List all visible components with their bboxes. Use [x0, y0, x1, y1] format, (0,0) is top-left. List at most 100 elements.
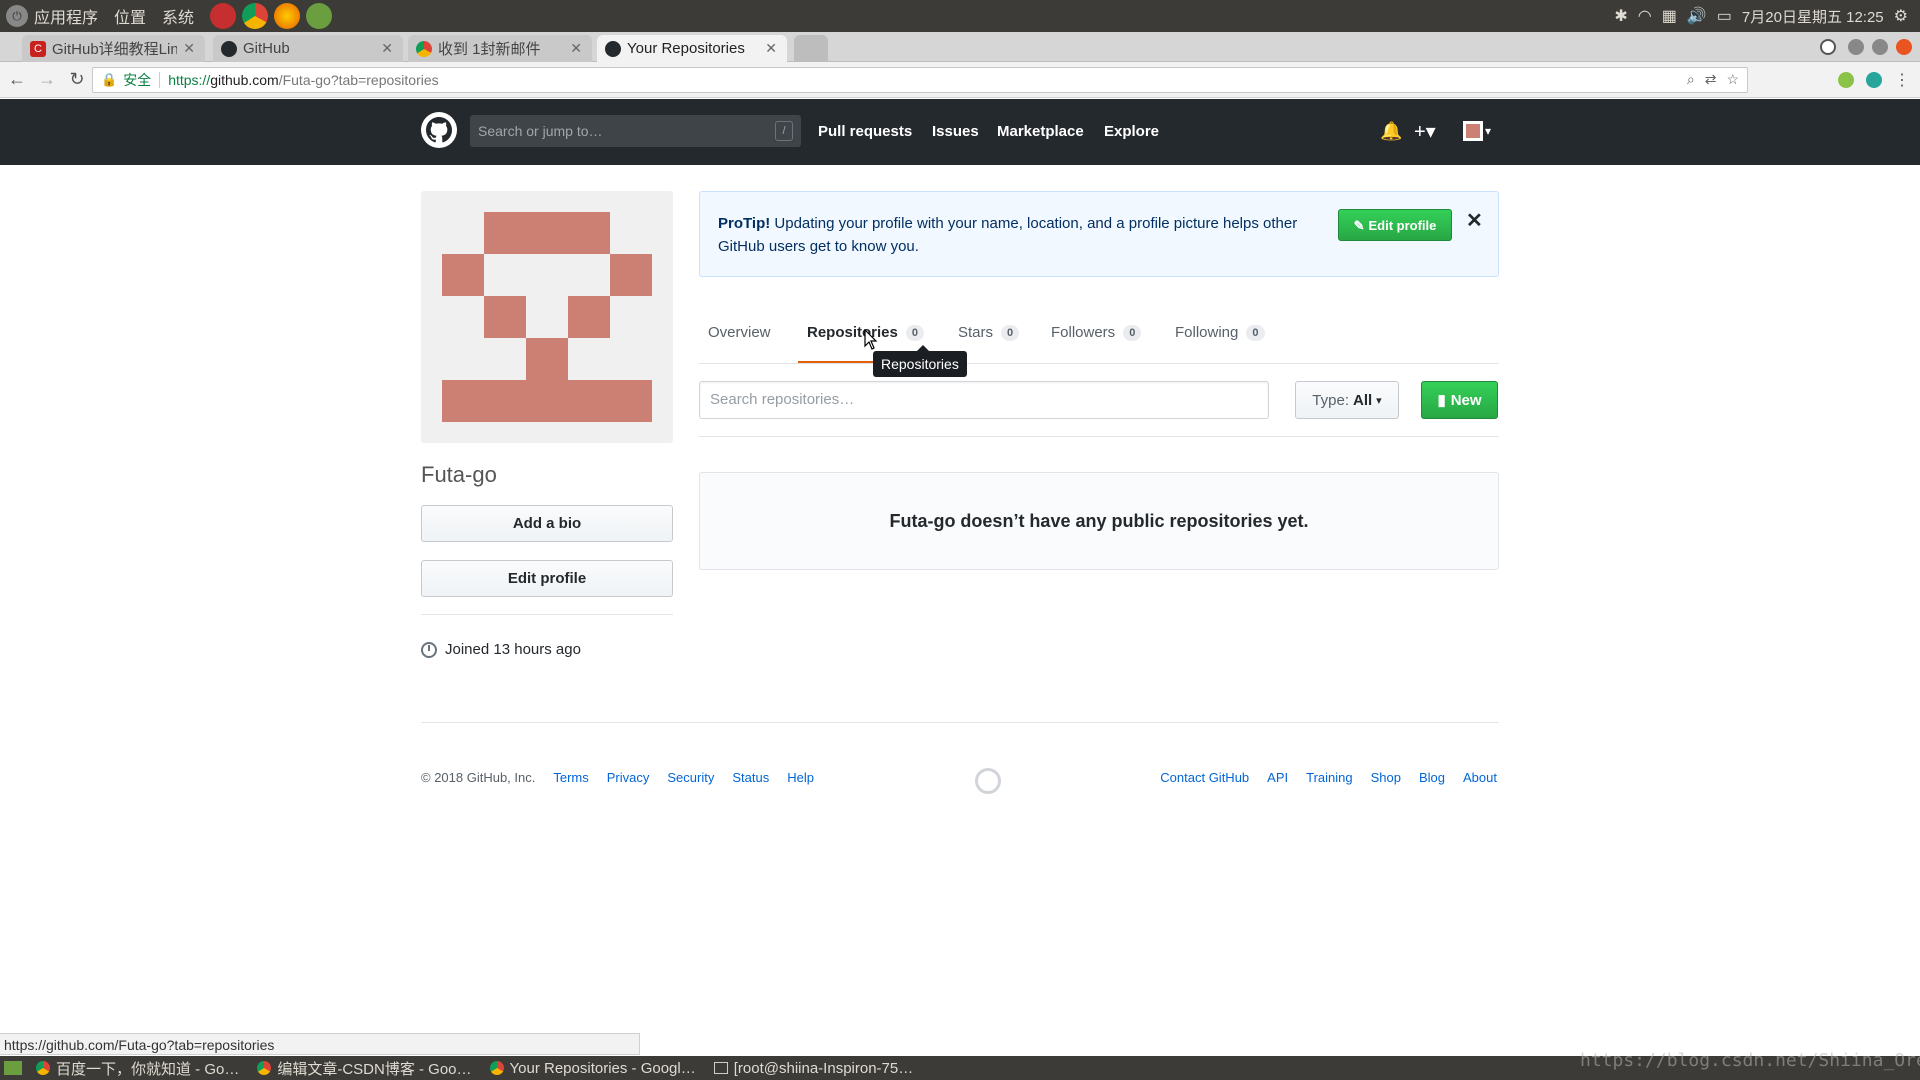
os-top-panel: ⏻ 应用程序 位置 系统 ✱ ◠ ▦ 🔊 ▭ 7月20日星期五 12:25 ⚙ — [0, 0, 1920, 32]
new-button-label: New — [1450, 391, 1482, 409]
nav-marketplace[interactable]: Marketplace — [997, 123, 1084, 140]
firefox-icon[interactable] — [274, 3, 301, 29]
user-avatar-menu[interactable]: ▾ — [1463, 121, 1491, 141]
volume-icon[interactable]: 🔊 — [1687, 6, 1707, 26]
footer-link-help[interactable]: Help — [787, 770, 814, 785]
github-logo-icon[interactable] — [421, 112, 457, 148]
close-tab-icon[interactable]: ✕ — [765, 40, 777, 57]
clock-icon — [421, 641, 437, 658]
bookmark-star-icon[interactable]: ☆ — [1726, 71, 1739, 88]
github-icon — [221, 40, 237, 57]
profile-avatar[interactable] — [421, 191, 673, 443]
repos-divider — [699, 436, 1499, 437]
nav-explore[interactable]: Explore — [1104, 123, 1159, 140]
notification-bell-icon[interactable]: 🔔 — [1380, 121, 1402, 142]
extension-m-icon[interactable] — [1866, 72, 1882, 88]
link-status-bubble: https://github.com/Futa-go?tab=repositor… — [0, 1033, 640, 1055]
battery-icon[interactable]: ▭ — [1717, 6, 1732, 26]
browser-tab[interactable]: GitHub ✕ — [213, 35, 403, 62]
tab-followers[interactable]: Followers 0 — [1051, 324, 1142, 341]
browser-tab-strip: C GitHub详细教程Lin ✕ GitHub ✕ 收到 1封新邮件 ✕ Yo… — [0, 32, 1920, 62]
footer-link-training[interactable]: Training — [1306, 770, 1352, 785]
browser-tab-active[interactable]: Your Repositories ✕ — [597, 35, 787, 62]
close-tab-icon[interactable]: ✕ — [381, 40, 393, 57]
forward-icon[interactable]: → — [34, 69, 60, 90]
clock-text[interactable]: 7月20日星期五 12:25 — [1742, 6, 1884, 27]
tab-counter: 0 — [1123, 324, 1142, 341]
back-icon[interactable]: ← — [4, 69, 30, 90]
wifi-icon[interactable]: ◠ — [1638, 6, 1652, 26]
protip-lead: ProTip! — [718, 215, 771, 232]
close-window-icon[interactable] — [1896, 39, 1912, 55]
close-tab-icon[interactable]: ✕ — [183, 40, 195, 57]
nav-pull-requests[interactable]: Pull requests — [818, 123, 912, 140]
browser-tab[interactable]: 收到 1封新邮件 ✕ — [408, 35, 592, 62]
chrome-menu-icon[interactable]: ⋮ — [1894, 70, 1910, 90]
taskbar-item[interactable]: [root@shiina-Inspiron-75… — [713, 1060, 913, 1077]
os-menu-system[interactable]: 系统 — [162, 4, 194, 28]
extension-icon[interactable] — [1838, 72, 1854, 88]
taskbar-item[interactable]: Your Repositories - Googl… — [489, 1059, 696, 1077]
footer-link-about[interactable]: About — [1463, 770, 1497, 785]
csdn-icon: C — [30, 40, 46, 57]
type-filter-dropdown[interactable]: Type: All ▾ — [1295, 381, 1399, 419]
footer-link-privacy[interactable]: Privacy — [607, 770, 650, 785]
copyright-text: © 2018 GitHub, Inc. — [421, 770, 536, 785]
new-tab-button[interactable] — [794, 35, 828, 62]
github-header: Search or jump to… / Pull requests Issue… — [0, 99, 1920, 165]
tab-label: Your Repositories — [627, 40, 745, 57]
search-repositories-input[interactable]: Search repositories… — [699, 381, 1269, 419]
tooltip: Repositories — [873, 345, 967, 377]
taskbar-item[interactable]: 百度一下，你就知道 - Go… — [36, 1058, 239, 1079]
os-menu-applications[interactable]: 应用程序 — [34, 4, 98, 28]
mail-icon — [416, 40, 432, 57]
tab-stars[interactable]: Stars 0 — [958, 324, 1020, 341]
ubuntu-logo-icon[interactable]: ⏻ — [6, 5, 28, 27]
taskbar-item[interactable]: 编辑文章-CSDN博客 - Goo… — [257, 1058, 472, 1079]
nav-issues[interactable]: Issues — [932, 123, 979, 140]
close-icon[interactable]: ✕ — [1466, 210, 1483, 233]
footer-link-blog[interactable]: Blog — [1419, 770, 1445, 785]
bluetooth-icon[interactable]: ✱ — [1614, 6, 1627, 26]
footer-link-shop[interactable]: Shop — [1371, 770, 1401, 785]
reload-icon[interactable]: ↻ — [64, 69, 90, 90]
tab-label: GitHub详细教程Lin — [52, 41, 178, 58]
taskbar-label: Your Repositories - Googl… — [509, 1059, 696, 1077]
footer-link-security[interactable]: Security — [667, 770, 714, 785]
keyboard-icon[interactable]: ▦ — [1662, 6, 1677, 26]
close-tab-icon[interactable]: ✕ — [570, 40, 582, 57]
footer-link-status[interactable]: Status — [732, 770, 769, 785]
new-repository-button[interactable]: ▮ New — [1421, 381, 1498, 419]
footer-right: Contact GitHub API Training Shop Blog Ab… — [1160, 770, 1497, 785]
tab-counter: 0 — [1001, 324, 1020, 341]
tab-following[interactable]: Following 0 — [1175, 324, 1265, 341]
os-menu-places[interactable]: 位置 — [114, 4, 146, 28]
tab-overview[interactable]: Overview — [708, 324, 771, 341]
browser-tab[interactable]: C GitHub详细教程Lin ✕ — [22, 35, 205, 62]
show-desktop-icon[interactable] — [4, 1061, 22, 1075]
search-placeholder: Search or jump to… — [478, 123, 603, 139]
github-search-input[interactable]: Search or jump to… / — [470, 115, 801, 147]
maximize-icon[interactable] — [1872, 39, 1888, 55]
edit-profile-button[interactable]: Edit profile — [421, 560, 673, 597]
chrome-icon[interactable] — [242, 3, 269, 29]
create-new-plus-icon[interactable]: +▾ — [1414, 119, 1436, 144]
power-menu-icon[interactable]: ⚙ — [1894, 6, 1908, 26]
footer-link-api[interactable]: API — [1267, 770, 1288, 785]
secure-label: 安全 — [123, 72, 152, 88]
protip-edit-profile-button[interactable]: ✎ Edit profile — [1338, 209, 1452, 241]
netease-music-icon[interactable] — [210, 3, 237, 29]
pencil-icon: ✎ — [1353, 217, 1365, 233]
translate-icon[interactable]: ⇄ — [1705, 71, 1717, 88]
tab-label: Followers — [1051, 324, 1116, 341]
footer-left: © 2018 GitHub, Inc. Terms Privacy Securi… — [421, 770, 814, 785]
github-footer-logo-icon[interactable] — [975, 768, 1001, 794]
add-bio-button[interactable]: Add a bio — [421, 505, 673, 542]
minimize-icon[interactable] — [1848, 39, 1864, 55]
footer-link-terms[interactable]: Terms — [553, 770, 588, 785]
zoom-icon[interactable]: ⌕ — [1687, 71, 1695, 88]
profile-icon[interactable] — [1820, 39, 1836, 55]
software-center-icon[interactable] — [306, 3, 333, 29]
footer-link-contact[interactable]: Contact GitHub — [1160, 770, 1249, 785]
url-input[interactable]: 🔒 安全 https://github.com/Futa-go?tab=repo… — [92, 67, 1748, 93]
